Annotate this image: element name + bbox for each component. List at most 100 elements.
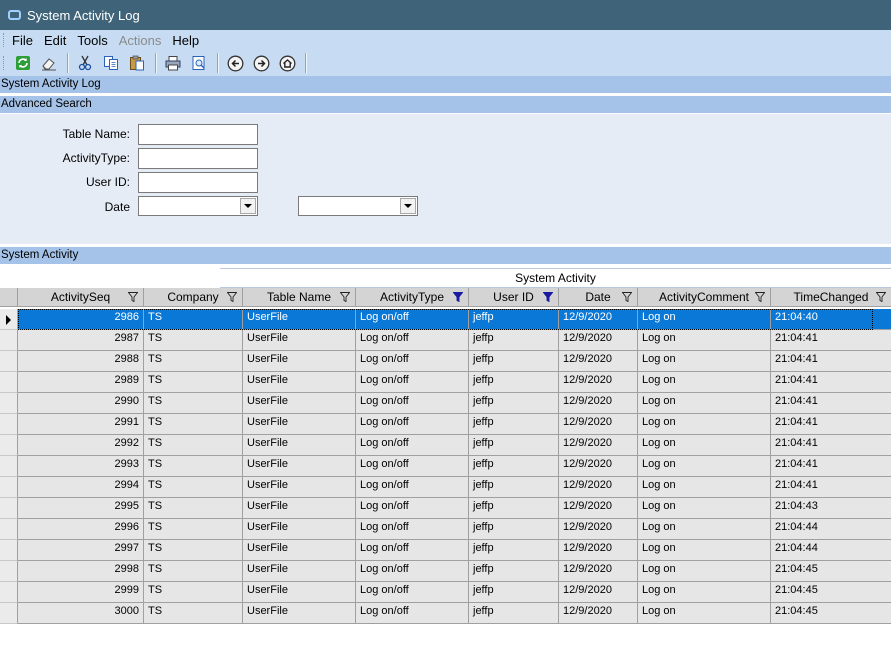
cell-company[interactable]: TS (144, 603, 243, 624)
cell-activity-type[interactable]: Log on/off (356, 393, 469, 414)
cell-time-changed[interactable]: 21:04:44 (771, 519, 891, 540)
cell-activity-type[interactable]: Log on/off (356, 351, 469, 372)
cell-company[interactable]: TS (144, 456, 243, 477)
table-row[interactable]: 3000 TS UserFile Log on/off jeffp 12/9/2020 Lo… (0, 603, 891, 624)
row-selector[interactable] (0, 372, 18, 393)
clear-button[interactable] (38, 52, 60, 74)
menu-edit[interactable]: Edit (44, 33, 66, 48)
cell-table-name[interactable]: UserFile (243, 330, 356, 351)
cell-time-changed[interactable]: 21:04:45 (771, 561, 891, 582)
cell-activity-comment[interactable]: Log on (638, 456, 771, 477)
row-selector[interactable] (0, 582, 18, 603)
cell-table-name[interactable]: UserFile (243, 561, 356, 582)
cell-time-changed[interactable]: 21:04:45 (771, 582, 891, 603)
cell-date[interactable]: 12/9/2020 (559, 498, 638, 519)
cell-company[interactable]: TS (144, 498, 243, 519)
row-selector[interactable] (0, 435, 18, 456)
cell-user-id[interactable]: jeffp (469, 561, 559, 582)
column-header-company[interactable]: Company (144, 288, 243, 307)
cell-table-name[interactable]: UserFile (243, 540, 356, 561)
cell-time-changed[interactable]: 21:04:43 (771, 498, 891, 519)
menu-tools[interactable]: Tools (77, 33, 107, 48)
cell-user-id[interactable]: jeffp (469, 540, 559, 561)
cell-time-changed[interactable]: 21:04:41 (771, 330, 891, 351)
cell-company[interactable]: TS (144, 582, 243, 603)
cell-time-changed[interactable]: 21:04:44 (771, 540, 891, 561)
cell-company[interactable]: TS (144, 309, 243, 330)
cell-company[interactable]: TS (144, 414, 243, 435)
cell-table-name[interactable]: UserFile (243, 582, 356, 603)
cell-user-id[interactable]: jeffp (469, 477, 559, 498)
cell-activity-type[interactable]: Log on/off (356, 456, 469, 477)
cell-company[interactable]: TS (144, 561, 243, 582)
column-header-user-id[interactable]: User ID (469, 288, 559, 307)
cell-date[interactable]: 12/9/2020 (559, 540, 638, 561)
cell-activity-type[interactable]: Log on/off (356, 582, 469, 603)
row-selector[interactable] (0, 414, 18, 435)
filter-icon[interactable] (755, 292, 765, 302)
home-button[interactable] (276, 52, 298, 74)
cell-date[interactable]: 12/9/2020 (559, 414, 638, 435)
cell-table-name[interactable]: UserFile (243, 477, 356, 498)
cell-user-id[interactable]: jeffp (469, 372, 559, 393)
cell-activity-seq[interactable]: 2996 (18, 519, 144, 540)
row-selector[interactable] (0, 498, 18, 519)
cell-time-changed[interactable]: 21:04:41 (771, 393, 891, 414)
cell-date[interactable]: 12/9/2020 (559, 372, 638, 393)
activity-type-input[interactable] (138, 148, 258, 169)
cell-user-id[interactable]: jeffp (469, 456, 559, 477)
column-header-activity-comment[interactable]: ActivityComment (638, 288, 771, 307)
table-row[interactable]: 2996 TS UserFile Log on/off jeffp 12/9/2020 Lo… (0, 519, 891, 540)
cell-activity-seq[interactable]: 3000 (18, 603, 144, 624)
cell-user-id[interactable]: jeffp (469, 351, 559, 372)
advanced-search-header[interactable]: Advanced Search (0, 96, 891, 113)
cell-activity-type[interactable]: Log on/off (356, 603, 469, 624)
cell-user-id[interactable]: jeffp (469, 309, 559, 330)
table-row[interactable]: 2995 TS UserFile Log on/off jeffp 12/9/2020 Lo… (0, 498, 891, 519)
cell-activity-type[interactable]: Log on/off (356, 561, 469, 582)
cell-activity-type[interactable]: Log on/off (356, 414, 469, 435)
cell-user-id[interactable]: jeffp (469, 435, 559, 456)
table-row[interactable]: 2998 TS UserFile Log on/off jeffp 12/9/2020 Lo… (0, 561, 891, 582)
row-selector[interactable] (0, 330, 18, 351)
cell-date[interactable]: 12/9/2020 (559, 393, 638, 414)
filter-icon[interactable] (622, 292, 632, 302)
table-row[interactable]: 2988 TS UserFile Log on/off jeffp 12/9/2020 Lo… (0, 351, 891, 372)
back-button[interactable] (224, 52, 246, 74)
row-selector[interactable] (0, 519, 18, 540)
cell-time-changed[interactable]: 21:04:41 (771, 477, 891, 498)
cell-table-name[interactable]: UserFile (243, 498, 356, 519)
cell-table-name[interactable]: UserFile (243, 456, 356, 477)
filter-icon[interactable] (340, 292, 350, 302)
chevron-down-icon[interactable] (240, 198, 256, 214)
cell-activity-seq[interactable]: 2994 (18, 477, 144, 498)
print-preview-button[interactable] (188, 52, 210, 74)
cell-company[interactable]: TS (144, 435, 243, 456)
column-header-date[interactable]: Date (559, 288, 638, 307)
cell-activity-comment[interactable]: Log on (638, 603, 771, 624)
cell-activity-comment[interactable]: Log on (638, 309, 771, 330)
cell-activity-seq[interactable]: 2991 (18, 414, 144, 435)
filter-icon[interactable] (453, 292, 463, 302)
cell-user-id[interactable]: jeffp (469, 603, 559, 624)
menu-help[interactable]: Help (172, 33, 199, 48)
cell-activity-type[interactable]: Log on/off (356, 309, 469, 330)
cell-activity-seq[interactable]: 2997 (18, 540, 144, 561)
cell-table-name[interactable]: UserFile (243, 309, 356, 330)
cell-table-name[interactable]: UserFile (243, 519, 356, 540)
cut-button[interactable] (74, 52, 96, 74)
cell-activity-seq[interactable]: 2992 (18, 435, 144, 456)
row-selector[interactable] (0, 603, 18, 624)
cell-user-id[interactable]: jeffp (469, 330, 559, 351)
filter-icon[interactable] (876, 292, 886, 302)
cell-activity-comment[interactable]: Log on (638, 351, 771, 372)
cell-company[interactable]: TS (144, 540, 243, 561)
cell-company[interactable]: TS (144, 393, 243, 414)
cell-date[interactable]: 12/9/2020 (559, 330, 638, 351)
cell-time-changed[interactable]: 21:04:41 (771, 351, 891, 372)
cell-user-id[interactable]: jeffp (469, 519, 559, 540)
cell-activity-seq[interactable]: 2989 (18, 372, 144, 393)
cell-date[interactable]: 12/9/2020 (559, 435, 638, 456)
cell-activity-seq[interactable]: 2986 (18, 309, 144, 330)
cell-date[interactable]: 12/9/2020 (559, 603, 638, 624)
